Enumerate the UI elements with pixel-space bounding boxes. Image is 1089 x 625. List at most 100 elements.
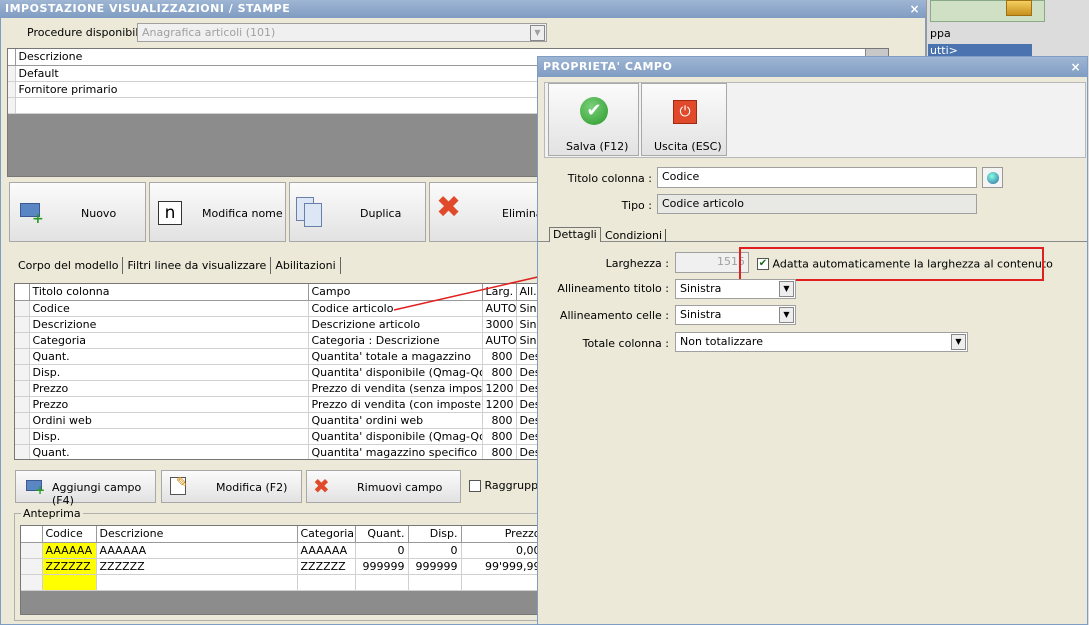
header-titolo[interactable]: Titolo colonna <box>29 284 309 301</box>
field-width-cell[interactable]: 800 <box>482 412 517 429</box>
total-label: Totale colonna : <box>582 337 669 350</box>
field-campo-cell[interactable]: Prezzo di vendita (con imposte) <box>308 396 483 413</box>
field-campo-cell[interactable]: Quantita' totale a magazzino <box>308 348 483 365</box>
field-title-cell[interactable]: Quant. <box>29 444 309 459</box>
preview-cell[interactable]: 0 <box>355 542 409 559</box>
chevron-down-icon[interactable]: ▼ <box>951 334 966 350</box>
preview-cell[interactable]: 0 <box>408 542 462 559</box>
table-row[interactable]: Quant. Quantita' totale a magazzino 800 Des… <box>15 348 543 365</box>
table-row[interactable]: Ordini web Quantita' ordini web 800 Dest <box>15 412 543 429</box>
preview-cell[interactable]: ZZZZZZ <box>297 558 356 575</box>
preview-header-cell[interactable]: Prezzo <box>461 526 543 543</box>
field-width-cell[interactable]: 800 <box>482 364 517 381</box>
field-title-cell[interactable]: Disp. <box>29 364 309 381</box>
remove-x-icon: ✖ <box>313 474 330 498</box>
table-row[interactable] <box>21 574 543 591</box>
table-row[interactable]: Quant. Quantita' magazzino specifico 800 De… <box>15 444 543 459</box>
preview-header-cell[interactable]: Descrizione <box>96 526 298 543</box>
align-title-label: Allineamento titolo : <box>557 282 669 295</box>
field-title-cell[interactable]: Prezzo <box>29 380 309 397</box>
tab-condizioni[interactable]: Condizioni <box>602 229 667 242</box>
tab-dettagli[interactable]: Dettagli <box>549 227 601 242</box>
field-width-cell[interactable]: 800 <box>482 444 517 459</box>
field-title-cell[interactable]: Ordini web <box>29 412 309 429</box>
preview-cell[interactable]: ZZZZZZ <box>42 558 97 575</box>
rename-button[interactable]: n Modifica nome <box>149 182 286 242</box>
table-row[interactable]: Disp. Quantita' disponibile (Qmag-Qo... 80… <box>15 428 543 445</box>
tab-filtri[interactable]: Filtri linee da visualizzare <box>123 257 272 274</box>
globe-icon[interactable] <box>982 167 1003 188</box>
title-column-input[interactable]: Codice <box>657 167 977 188</box>
field-campo-cell[interactable]: Quantita' ordini web <box>308 412 483 429</box>
field-title-cell[interactable]: Descrizione <box>29 316 309 333</box>
preview-cell[interactable] <box>355 574 409 591</box>
field-width-cell[interactable]: 1200 <box>482 380 517 397</box>
field-campo-cell[interactable]: Quantita' disponibile (Qmag-Qo... <box>308 364 483 381</box>
exit-button[interactable]: ⏻ Uscita (ESC) <box>641 83 727 156</box>
chevron-down-icon[interactable]: ▼ <box>530 25 545 41</box>
group-checkbox[interactable]: Raggruppa <box>469 479 545 492</box>
preview-cell[interactable]: 999999 <box>408 558 462 575</box>
table-row[interactable]: Categoria Categoria : Descrizione AUTO Sini… <box>15 332 543 349</box>
field-campo-cell[interactable]: Categoria : Descrizione <box>308 332 483 349</box>
table-row[interactable]: Descrizione Descrizione articolo 3000 Sinis <box>15 316 543 333</box>
duplicate-button[interactable]: Duplica <box>289 182 426 242</box>
preview-cell[interactable] <box>42 574 97 591</box>
preview-cell[interactable] <box>297 574 356 591</box>
preview-cell[interactable]: AAAAAA <box>96 542 298 559</box>
preview-cell[interactable]: 999999 <box>355 558 409 575</box>
field-title-cell[interactable]: Codice <box>29 300 309 317</box>
width-input[interactable]: 1515 <box>675 252 749 273</box>
preview-cell[interactable] <box>461 574 543 591</box>
new-button[interactable]: + Nuovo <box>9 182 146 242</box>
preview-cell[interactable]: 0,00 <box>461 542 543 559</box>
align-title-select[interactable]: Sinistra ▼ <box>675 279 796 299</box>
field-title-cell[interactable]: Prezzo <box>29 396 309 413</box>
dialog-titlebar: PROPRIETA' CAMPO × <box>538 57 1087 77</box>
dialog-close-icon[interactable]: × <box>1070 57 1081 77</box>
field-width-cell[interactable]: AUTO <box>482 332 517 349</box>
total-select[interactable]: Non totalizzare ▼ <box>675 332 968 352</box>
field-campo-cell[interactable]: Quantita' disponibile (Qmag-Qo... <box>308 428 483 445</box>
preview-header-cell[interactable]: Disp. <box>408 526 462 543</box>
edit-field-button[interactable]: ✎ Modifica (F2) <box>161 470 302 503</box>
field-title-cell[interactable]: Quant. <box>29 348 309 365</box>
chevron-down-icon[interactable]: ▼ <box>779 281 794 297</box>
preview-header-cell[interactable]: Codice <box>42 526 97 543</box>
save-button[interactable]: ✔ Salva (F12) <box>548 83 639 156</box>
preview-header-cell[interactable]: Categoria <box>297 526 356 543</box>
field-width-cell[interactable]: 800 <box>482 348 517 365</box>
field-title-cell[interactable]: Categoria <box>29 332 309 349</box>
preview-header-cell[interactable]: Quant. <box>355 526 409 543</box>
preview-cell[interactable]: AAAAAA <box>297 542 356 559</box>
type-label: Tipo : <box>621 199 652 212</box>
checkbox-icon[interactable] <box>469 480 481 492</box>
tab-corpo[interactable]: Corpo del modello <box>14 257 124 274</box>
table-row[interactable]: AAAAAA AAAAAA AAAAAA 0 0 0,00 <box>21 542 543 559</box>
procedure-select[interactable]: Anagrafica articoli (101) ▼ <box>137 23 547 42</box>
preview-cell[interactable]: AAAAAA <box>42 542 97 559</box>
remove-field-button[interactable]: ✖ Rimuovi campo <box>306 470 461 503</box>
preview-cell[interactable]: ZZZZZZ <box>96 558 298 575</box>
field-width-cell[interactable]: 800 <box>482 428 517 445</box>
field-title-cell[interactable]: Disp. <box>29 428 309 445</box>
table-row[interactable]: Prezzo Prezzo di vendita (con imposte) 120… <box>15 396 543 413</box>
add-field-button[interactable]: + Aggiungi campo (F4) <box>15 470 156 507</box>
field-width-cell[interactable]: 1200 <box>482 396 517 413</box>
table-row[interactable]: ZZZZZZ ZZZZZZ ZZZZZZ 999999 999999 99'999,99 <box>21 558 543 575</box>
dialog-title: PROPRIETA' CAMPO <box>543 60 673 73</box>
table-row[interactable]: Prezzo Prezzo di vendita (senza imposte) 1… <box>15 380 543 397</box>
field-width-cell[interactable]: 3000 <box>482 316 517 333</box>
table-row[interactable]: Disp. Quantita' disponibile (Qmag-Qo... 80… <box>15 364 543 381</box>
chevron-down-icon[interactable]: ▼ <box>779 307 794 323</box>
preview-cell[interactable] <box>408 574 462 591</box>
tab-abilitazioni[interactable]: Abilitazioni <box>271 257 341 274</box>
main-close-icon[interactable]: × <box>909 0 920 18</box>
field-campo-cell[interactable]: Quantita' magazzino specifico <box>308 444 483 459</box>
preview-cell[interactable]: 99'999,99 <box>461 558 543 575</box>
field-campo-cell[interactable]: Descrizione articolo <box>308 316 483 333</box>
field-campo-cell[interactable]: Prezzo di vendita (senza imposte) <box>308 380 483 397</box>
main-title: IMPOSTAZIONE VISUALIZZAZIONI / STAMPE <box>5 2 291 15</box>
align-cells-select[interactable]: Sinistra ▼ <box>675 305 796 325</box>
preview-cell[interactable] <box>96 574 298 591</box>
